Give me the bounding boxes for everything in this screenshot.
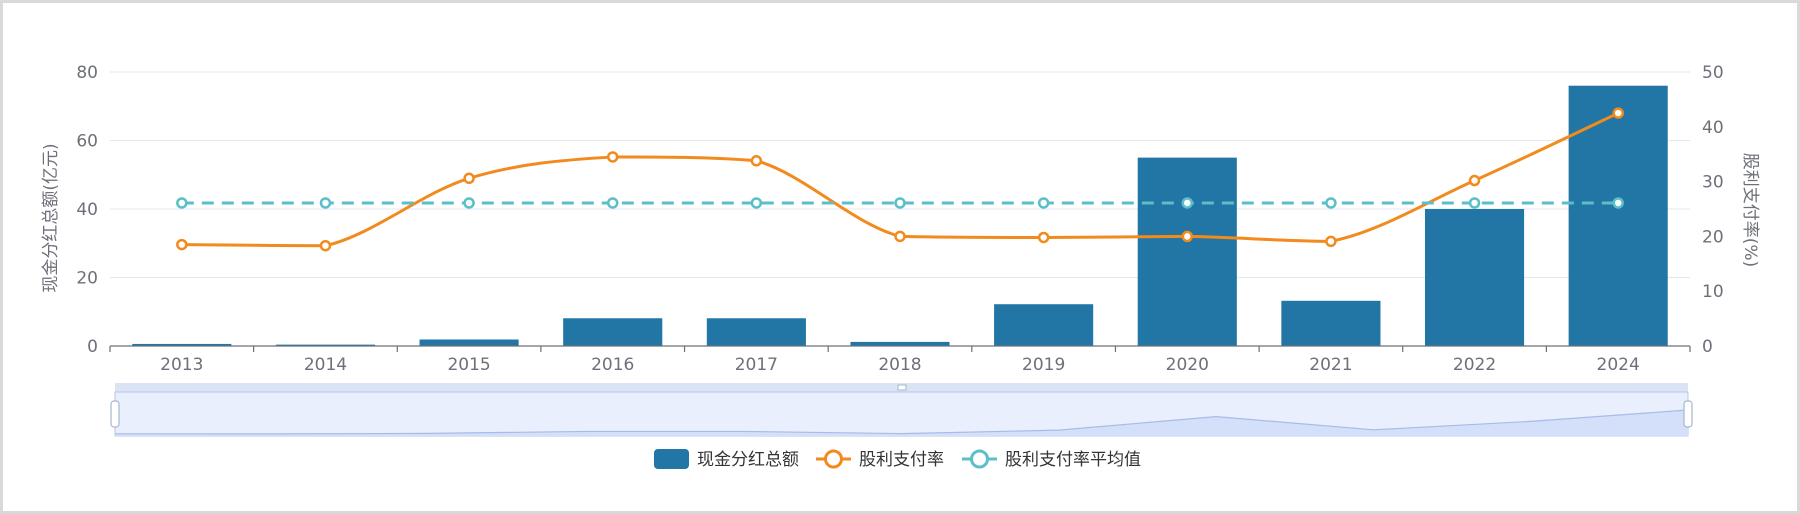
bar — [850, 341, 950, 346]
payout-ratio-point — [1181, 230, 1194, 243]
average-ratio-point — [463, 197, 475, 209]
y-right-tick-label: 50 — [1702, 63, 1724, 83]
legend-label-line: 股利支付率 — [859, 450, 944, 470]
payout-ratio-point — [463, 172, 475, 185]
y-left-tick-label: 80 — [76, 63, 98, 83]
x-tick-label: 2018 — [878, 355, 921, 375]
x-tick-label: 2022 — [1453, 355, 1496, 375]
payout-ratio-point — [1468, 174, 1481, 187]
x-tick-label: 2014 — [304, 355, 347, 375]
legend: 现金分红总额 股利支付率 股利支付率平均值 — [654, 449, 1141, 470]
payout-ratio-point — [750, 155, 763, 167]
chart: 0 20 40 60 80 0 10 20 30 40 50 2013 2014 2015 2016 2017… — [41, 63, 1760, 470]
bar — [1568, 85, 1668, 346]
data-zoom-handle-right — [1683, 400, 1693, 428]
y-left-tick-label: 60 — [76, 132, 98, 152]
payout-ratio-point — [176, 238, 188, 251]
payout-ratio-point — [1037, 231, 1050, 244]
y-right-tick-label: 30 — [1702, 173, 1724, 193]
average-ratio-point — [1468, 197, 1481, 209]
y-left-tick-label: 0 — [87, 337, 98, 357]
y-right-tick-label: 40 — [1702, 118, 1724, 138]
x-tick-label: 2017 — [735, 355, 778, 375]
legend-label-bar: 现金分红总额 — [697, 450, 799, 470]
y-right-tick-label: 20 — [1702, 227, 1724, 247]
data-zoom-slider[interactable] — [110, 383, 1693, 437]
legend-label-average: 股利支付率平均值 — [1005, 450, 1141, 470]
payout-ratio-point — [319, 239, 332, 252]
y-right-tick-label: 0 — [1702, 337, 1713, 357]
payout-ratio-point — [894, 230, 906, 243]
average-ratio-point — [750, 197, 763, 209]
payout-ratio-point — [1325, 235, 1337, 248]
bar — [1137, 157, 1237, 346]
bar — [563, 318, 663, 346]
bar — [706, 318, 806, 346]
average-ratio-point — [606, 197, 619, 209]
x-tick-label: 2020 — [1166, 355, 1209, 375]
average-ratio-point — [1612, 197, 1624, 209]
x-tick-label: 2016 — [591, 355, 634, 375]
average-ratio-point — [319, 197, 332, 209]
legend-line-marker — [824, 449, 843, 469]
legend-bar-swatch — [654, 449, 689, 469]
y-right-axis-title: 股利支付率(%) — [1740, 153, 1760, 267]
x-tick-label: 2019 — [1022, 355, 1065, 375]
legend-item-line[interactable]: 股利支付率 — [816, 449, 944, 470]
x-tick-label: 2013 — [160, 355, 203, 375]
average-ratio-point — [1325, 197, 1337, 209]
bar — [419, 339, 519, 346]
bar — [994, 304, 1094, 346]
legend-item-average[interactable]: 股利支付率平均值 — [962, 449, 1141, 470]
y-right-tick-label: 10 — [1702, 282, 1724, 302]
y-left-axis-title: 现金分红总额(亿元) — [41, 143, 61, 292]
payout-ratio-point — [606, 151, 619, 163]
payout-ratio-point — [1612, 107, 1624, 119]
line-series — [176, 107, 1624, 252]
x-tick-label: 2015 — [447, 355, 490, 375]
average-ratio-point — [1037, 197, 1050, 209]
average-ratio-point — [1181, 197, 1194, 209]
x-tick-label: 2021 — [1309, 355, 1352, 375]
bar — [1424, 209, 1525, 346]
bar-series — [132, 85, 1668, 346]
average-ratio-point — [176, 197, 188, 209]
y-left-tick-label: 20 — [76, 269, 98, 289]
bar — [1281, 300, 1381, 346]
payout-ratio-line — [181, 111, 1619, 248]
legend-average-marker — [970, 449, 989, 469]
y-left-tick-label: 40 — [76, 200, 98, 220]
average-ratio-point — [894, 197, 906, 209]
legend-item-bar[interactable]: 现金分红总额 — [654, 449, 799, 470]
data-zoom-grip — [897, 384, 907, 391]
data-zoom-handle-left — [110, 400, 120, 428]
x-tick-label: 2024 — [1597, 355, 1640, 375]
